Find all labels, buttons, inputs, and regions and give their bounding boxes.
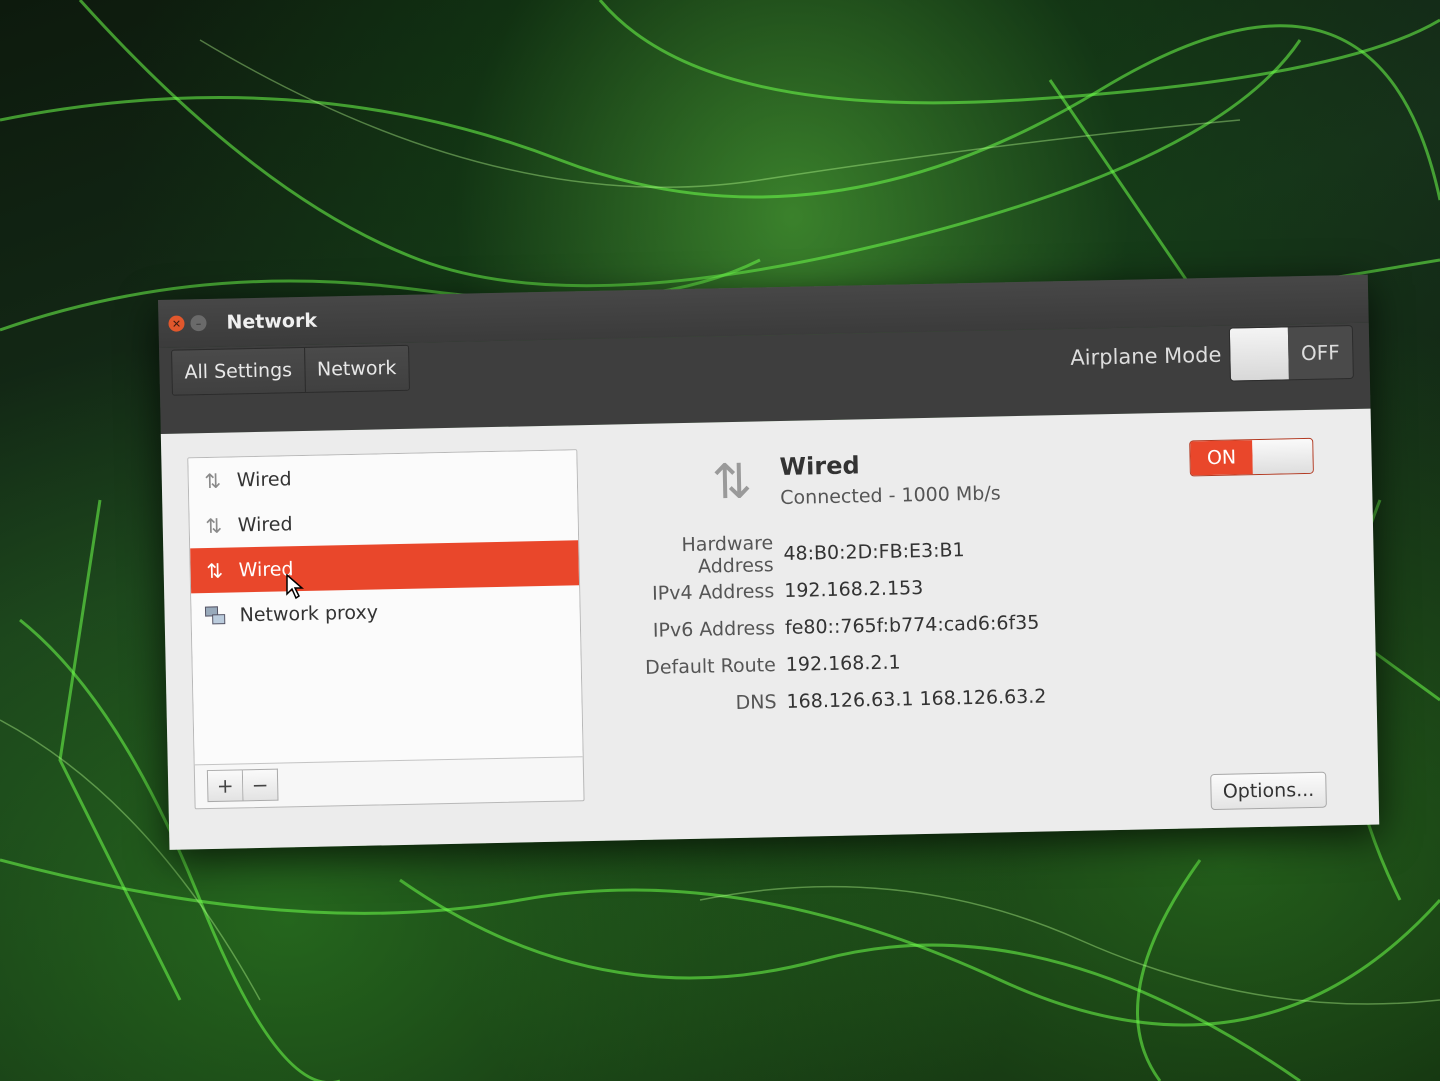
connection-properties: Hardware Address 48:B0:2D:FB:E3:B1 IPv4 … — [601, 530, 1047, 724]
connection-switch[interactable]: ON — [1189, 437, 1314, 477]
remove-connection-button[interactable]: − — [242, 768, 279, 802]
connection-status: Connected - 1000 Mb/s — [780, 482, 1001, 510]
network-window: ✕ – Network All Settings Network Airplan… — [158, 274, 1380, 850]
property-value: 168.126.63.1 168.126.63.2 — [786, 684, 1047, 713]
switch-thumb[interactable] — [1252, 438, 1313, 475]
property-label: Default Route — [644, 653, 777, 679]
list-item-wired-3[interactable]: ⇅ Wired — [190, 540, 580, 594]
connection-title: Wired — [779, 451, 860, 482]
breadcrumb-all-settings[interactable]: All Settings — [172, 347, 305, 395]
sidebar-actions: + − — [206, 768, 279, 803]
property-value: 192.168.2.1 — [785, 651, 901, 676]
mouse-pointer-icon — [286, 574, 304, 600]
list-item-wired-2[interactable]: ⇅ Wired — [189, 495, 578, 548]
list-item-label: Network proxy — [239, 600, 379, 626]
property-value: 48:B0:2D:FB:E3:B1 — [783, 538, 965, 565]
options-button[interactable]: Options... — [1210, 771, 1327, 811]
breadcrumb-network[interactable]: Network — [303, 345, 409, 392]
minimize-icon[interactable]: – — [190, 314, 207, 332]
connection-detail: ⇅ Wired Connected - 1000 Mb/s ON Hardwar… — [599, 419, 1357, 835]
wired-icon: ⇅ — [711, 453, 753, 511]
connection-switch-state: ON — [1190, 440, 1253, 476]
add-connection-button[interactable]: + — [206, 769, 244, 803]
content-area: ⇅ Wired ⇅ Wired ⇅ Wired Network proxy + … — [160, 408, 1380, 850]
property-value: fe80::765f:b774:cad6:6f35 — [784, 611, 1040, 639]
property-value: 192.168.2.153 — [783, 576, 924, 602]
airplane-mode-label: Airplane Mode — [1070, 342, 1222, 370]
property-label: Hardware Address — [681, 531, 774, 578]
wired-icon: ⇅ — [204, 468, 222, 493]
list-item-wired-1[interactable]: ⇅ Wired — [188, 450, 577, 503]
list-item-network-proxy[interactable]: Network proxy — [191, 585, 580, 638]
wired-icon: ⇅ — [206, 558, 224, 583]
breadcrumb: All Settings Network — [171, 344, 410, 396]
property-label: DNS — [735, 690, 777, 714]
property-label: IPv6 Address — [652, 616, 776, 642]
device-list: ⇅ Wired ⇅ Wired ⇅ Wired Network proxy — [188, 450, 583, 766]
airplane-mode-state: OFF — [1287, 326, 1353, 380]
switch-thumb[interactable] — [1229, 327, 1289, 381]
list-item-label: Wired — [236, 467, 292, 491]
airplane-mode: Airplane Mode OFF — [1070, 324, 1354, 385]
device-sidebar: ⇅ Wired ⇅ Wired ⇅ Wired Network proxy + … — [187, 449, 585, 810]
close-icon[interactable]: ✕ — [168, 315, 185, 332]
airplane-mode-switch[interactable]: OFF — [1228, 324, 1354, 382]
network-proxy-icon — [203, 603, 227, 627]
list-item-label: Wired — [237, 512, 293, 536]
wired-icon: ⇅ — [205, 513, 223, 538]
window-title: Network — [226, 309, 318, 334]
property-label: IPv4 Address — [651, 579, 775, 605]
property-row: DNS 168.126.63.1 168.126.63.2 — [604, 677, 1047, 723]
